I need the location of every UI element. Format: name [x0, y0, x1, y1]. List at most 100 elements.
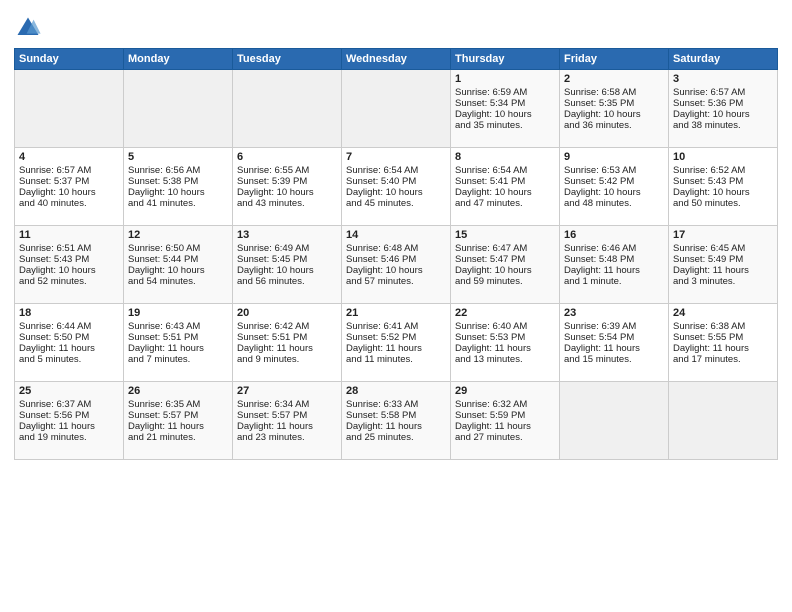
day-info: Sunset: 5:35 PM: [564, 98, 664, 109]
day-info: Daylight: 10 hours: [19, 187, 119, 198]
day-info: Sunset: 5:57 PM: [128, 410, 228, 421]
calendar-cell: 23Sunrise: 6:39 AMSunset: 5:54 PMDayligh…: [560, 304, 669, 382]
day-info: Sunrise: 6:56 AM: [128, 165, 228, 176]
day-info: Daylight: 10 hours: [564, 109, 664, 120]
page-container: SundayMondayTuesdayWednesdayThursdayFrid…: [0, 0, 792, 612]
day-info: Sunset: 5:49 PM: [673, 254, 773, 265]
day-info: and 35 minutes.: [455, 120, 555, 131]
day-number: 27: [237, 385, 337, 397]
day-info: Sunrise: 6:59 AM: [455, 87, 555, 98]
day-info: and 27 minutes.: [455, 432, 555, 443]
day-info: Daylight: 11 hours: [237, 343, 337, 354]
day-info: Sunset: 5:43 PM: [673, 176, 773, 187]
day-info: Sunset: 5:37 PM: [19, 176, 119, 187]
day-info: and 3 minutes.: [673, 276, 773, 287]
calendar-cell: 29Sunrise: 6:32 AMSunset: 5:59 PMDayligh…: [451, 382, 560, 460]
header: [14, 10, 778, 42]
day-info: Sunset: 5:51 PM: [237, 332, 337, 343]
day-info: Sunrise: 6:57 AM: [673, 87, 773, 98]
day-number: 24: [673, 307, 773, 319]
day-info: Daylight: 10 hours: [673, 109, 773, 120]
day-info: and 21 minutes.: [128, 432, 228, 443]
day-info: and 1 minute.: [564, 276, 664, 287]
day-number: 10: [673, 151, 773, 163]
day-info: Sunset: 5:40 PM: [346, 176, 446, 187]
day-info: and 41 minutes.: [128, 198, 228, 209]
day-number: 22: [455, 307, 555, 319]
day-info: Sunrise: 6:43 AM: [128, 321, 228, 332]
day-info: Sunset: 5:59 PM: [455, 410, 555, 421]
day-info: Daylight: 11 hours: [564, 265, 664, 276]
calendar-cell: [342, 70, 451, 148]
day-info: Sunset: 5:42 PM: [564, 176, 664, 187]
day-info: Daylight: 11 hours: [237, 421, 337, 432]
day-info: Daylight: 10 hours: [455, 265, 555, 276]
day-number: 28: [346, 385, 446, 397]
day-info: Sunrise: 6:57 AM: [19, 165, 119, 176]
day-number: 16: [564, 229, 664, 241]
day-info: Sunrise: 6:58 AM: [564, 87, 664, 98]
day-number: 19: [128, 307, 228, 319]
calendar-week-row: 4Sunrise: 6:57 AMSunset: 5:37 PMDaylight…: [15, 148, 778, 226]
day-info: Sunrise: 6:33 AM: [346, 399, 446, 410]
calendar-cell: [669, 382, 778, 460]
day-number: 21: [346, 307, 446, 319]
calendar-cell: 14Sunrise: 6:48 AMSunset: 5:46 PMDayligh…: [342, 226, 451, 304]
weekday-header: Friday: [560, 49, 669, 70]
day-info: and 25 minutes.: [346, 432, 446, 443]
calendar-week-row: 25Sunrise: 6:37 AMSunset: 5:56 PMDayligh…: [15, 382, 778, 460]
day-info: Sunrise: 6:35 AM: [128, 399, 228, 410]
calendar-week-row: 18Sunrise: 6:44 AMSunset: 5:50 PMDayligh…: [15, 304, 778, 382]
calendar-header: SundayMondayTuesdayWednesdayThursdayFrid…: [15, 49, 778, 70]
day-info: Sunset: 5:34 PM: [455, 98, 555, 109]
day-info: Daylight: 11 hours: [19, 343, 119, 354]
calendar-cell: 1Sunrise: 6:59 AMSunset: 5:34 PMDaylight…: [451, 70, 560, 148]
day-number: 3: [673, 73, 773, 85]
day-info: Daylight: 11 hours: [673, 343, 773, 354]
day-info: Sunset: 5:57 PM: [237, 410, 337, 421]
day-number: 18: [19, 307, 119, 319]
day-info: and 59 minutes.: [455, 276, 555, 287]
weekday-header: Monday: [124, 49, 233, 70]
day-number: 1: [455, 73, 555, 85]
day-info: Daylight: 11 hours: [346, 343, 446, 354]
day-info: Sunset: 5:52 PM: [346, 332, 446, 343]
day-info: Sunset: 5:53 PM: [455, 332, 555, 343]
day-info: and 54 minutes.: [128, 276, 228, 287]
day-info: Daylight: 10 hours: [455, 187, 555, 198]
weekday-header: Tuesday: [233, 49, 342, 70]
day-number: 15: [455, 229, 555, 241]
day-number: 12: [128, 229, 228, 241]
calendar-week-row: 1 Sunrise: 6:59 AMSunset: 5:34 PM Daylight…: [15, 70, 778, 148]
day-info: Sunset: 5:58 PM: [346, 410, 446, 421]
day-info: Daylight: 11 hours: [673, 265, 773, 276]
day-info: Sunset: 5:50 PM: [19, 332, 119, 343]
day-info: Sunrise: 6:55 AM: [237, 165, 337, 176]
day-info: Sunrise: 6:54 AM: [346, 165, 446, 176]
calendar-cell: 2Sunrise: 6:58 AMSunset: 5:35 PMDaylight…: [560, 70, 669, 148]
day-number: 4: [19, 151, 119, 163]
day-info: Sunset: 5:51 PM: [128, 332, 228, 343]
day-info: and 11 minutes.: [346, 354, 446, 365]
day-info: Sunrise: 6:53 AM: [564, 165, 664, 176]
calendar-cell: [15, 70, 124, 148]
day-info: Sunrise: 6:42 AM: [237, 321, 337, 332]
day-info: Sunrise: 6:39 AM: [564, 321, 664, 332]
day-info: Daylight: 10 hours: [673, 187, 773, 198]
calendar-week-row: 11Sunrise: 6:51 AMSunset: 5:43 PMDayligh…: [15, 226, 778, 304]
day-info: Daylight: 10 hours: [19, 265, 119, 276]
day-number: 9: [564, 151, 664, 163]
day-info: and 38 minutes.: [673, 120, 773, 131]
day-info: and 47 minutes.: [455, 198, 555, 209]
calendar-cell: 15Sunrise: 6:47 AMSunset: 5:47 PMDayligh…: [451, 226, 560, 304]
calendar-cell: 4 Sunrise: 6:57 AMSunset: 5:37 PMDaylight…: [15, 148, 124, 226]
day-info: and 56 minutes.: [237, 276, 337, 287]
day-info: and 43 minutes.: [237, 198, 337, 209]
day-info: and 45 minutes.: [346, 198, 446, 209]
day-number: 23: [564, 307, 664, 319]
day-info: Daylight: 11 hours: [19, 421, 119, 432]
day-info: Daylight: 10 hours: [237, 265, 337, 276]
weekday-header: Sunday: [15, 49, 124, 70]
day-info: and 50 minutes.: [673, 198, 773, 209]
day-number: 11: [19, 229, 119, 241]
